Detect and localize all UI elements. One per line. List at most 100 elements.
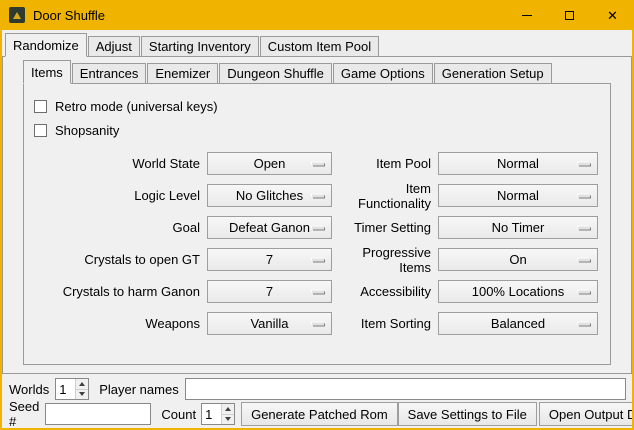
randomize-panel: Items Entrances Enemizer Dungeon Shuffle…: [2, 56, 632, 374]
count-spin-up[interactable]: [222, 404, 234, 414]
footer-row-worlds: Worlds Player names: [9, 378, 626, 400]
worlds-spin-up[interactable]: [76, 379, 88, 389]
count-spin-arrows: [221, 404, 234, 424]
maximize-button[interactable]: [548, 0, 591, 30]
crystals-ganon-label: Crystals to harm Ganon: [34, 284, 200, 299]
timer-setting-label: Timer Setting: [332, 220, 431, 235]
option-row: Weapons Vanilla Item Sorting Balanced: [34, 312, 610, 335]
dropdown-indicator-icon: [578, 162, 590, 165]
accessibility-dropdown[interactable]: 100% Locations: [438, 280, 598, 303]
tab-adjust[interactable]: Adjust: [88, 36, 140, 57]
crystals-ganon-dropdown[interactable]: 7: [207, 280, 332, 303]
shopsanity-checkbox[interactable]: [34, 124, 47, 137]
accessibility-value: 100% Locations: [472, 284, 565, 299]
dropdown-indicator-icon: [578, 194, 590, 197]
top-tab-bar: Randomize Adjust Starting Inventory Cust…: [2, 30, 632, 57]
retro-mode-label: Retro mode (universal keys): [55, 99, 218, 114]
tab-items[interactable]: Items: [23, 60, 71, 84]
goal-dropdown[interactable]: Defeat Ganon: [207, 216, 332, 239]
tab-generation-setup[interactable]: Generation Setup: [434, 63, 552, 84]
progressive-items-label: Progressive Items: [332, 245, 431, 275]
item-pool-value: Normal: [497, 156, 539, 171]
count-spin-down[interactable]: [222, 414, 234, 425]
option-row: World State Open Item Pool Normal: [34, 152, 610, 175]
tab-dungeon-shuffle[interactable]: Dungeon Shuffle: [219, 63, 332, 84]
item-pool-dropdown[interactable]: Normal: [438, 152, 598, 175]
shopsanity-label: Shopsanity: [55, 123, 119, 138]
option-row: Crystals to open GT 7 Progressive Items …: [34, 248, 610, 271]
client-area: Randomize Adjust Starting Inventory Cust…: [2, 30, 632, 428]
weapons-label: Weapons: [34, 316, 200, 331]
option-row: Crystals to harm Ganon 7 Accessibility 1…: [34, 280, 610, 303]
dropdown-indicator-icon: [312, 322, 324, 325]
progressive-items-dropdown[interactable]: On: [438, 248, 598, 271]
dropdown-indicator-icon: [578, 226, 590, 229]
dropdown-indicator-icon: [578, 290, 590, 293]
worlds-label: Worlds: [9, 382, 49, 397]
generate-patched-rom-button[interactable]: Generate Patched Rom: [241, 402, 398, 426]
arrow-down-icon: [225, 417, 231, 421]
dropdown-indicator-icon: [578, 258, 590, 261]
dropdown-indicator-icon: [312, 194, 324, 197]
dropdown-indicator-icon: [312, 258, 324, 261]
option-rows: World State Open Item Pool Normal Logic …: [34, 152, 610, 335]
titlebar: Door Shuffle ✕: [0, 0, 634, 30]
item-functionality-dropdown[interactable]: Normal: [438, 184, 598, 207]
tab-enemizer[interactable]: Enemizer: [147, 63, 218, 84]
item-pool-label: Item Pool: [332, 156, 431, 171]
open-output-directory-button[interactable]: Open Output Directory: [539, 402, 632, 426]
player-names-input[interactable]: [185, 378, 626, 400]
item-functionality-label: Item Functionality: [332, 181, 431, 211]
seed-label: Seed #: [9, 399, 39, 428]
items-panel: Retro mode (universal keys) Shopsanity W…: [23, 83, 611, 365]
worlds-input[interactable]: [56, 379, 75, 399]
worlds-spin-down[interactable]: [76, 389, 88, 400]
minimize-button[interactable]: [505, 0, 548, 30]
close-button[interactable]: ✕: [591, 0, 634, 30]
worlds-spinbox[interactable]: [55, 378, 89, 400]
seed-input[interactable]: [45, 403, 151, 425]
window-controls: ✕: [505, 0, 634, 30]
retro-mode-checkbox[interactable]: [34, 100, 47, 113]
dropdown-indicator-icon: [578, 322, 590, 325]
weapons-dropdown[interactable]: Vanilla: [207, 312, 332, 335]
count-spinbox[interactable]: [201, 403, 235, 425]
crystals-gt-dropdown[interactable]: 7: [207, 248, 332, 271]
world-state-value: Open: [254, 156, 286, 171]
dropdown-indicator-icon: [312, 162, 324, 165]
arrow-up-icon: [225, 407, 231, 411]
save-settings-button[interactable]: Save Settings to File: [398, 402, 537, 426]
crystals-gt-label: Crystals to open GT: [34, 252, 200, 267]
crystals-ganon-value: 7: [266, 284, 273, 299]
tab-entrances[interactable]: Entrances: [72, 63, 147, 84]
goal-label: Goal: [34, 220, 200, 235]
tab-starting-inventory[interactable]: Starting Inventory: [141, 36, 259, 57]
shopsanity-checkbox-row[interactable]: Shopsanity: [34, 120, 610, 140]
item-sorting-label: Item Sorting: [332, 316, 431, 331]
logic-level-dropdown[interactable]: No Glitches: [207, 184, 332, 207]
weapons-value: Vanilla: [250, 316, 288, 331]
timer-setting-dropdown[interactable]: No Timer: [438, 216, 598, 239]
worlds-spin-arrows: [75, 379, 88, 399]
tab-randomize[interactable]: Randomize: [5, 33, 87, 57]
arrow-up-icon: [79, 382, 85, 386]
timer-setting-value: No Timer: [492, 220, 545, 235]
tab-custom-item-pool[interactable]: Custom Item Pool: [260, 36, 379, 57]
logic-level-value: No Glitches: [236, 188, 303, 203]
count-input[interactable]: [202, 404, 221, 424]
item-functionality-value: Normal: [497, 188, 539, 203]
option-row: Logic Level No Glitches Item Functionali…: [34, 184, 610, 207]
tab-game-options[interactable]: Game Options: [333, 63, 433, 84]
item-sorting-value: Balanced: [491, 316, 545, 331]
accessibility-label: Accessibility: [332, 284, 431, 299]
count-label: Count: [161, 407, 196, 422]
app-icon: [9, 7, 25, 23]
world-state-dropdown[interactable]: Open: [207, 152, 332, 175]
footer-row-seed: Seed # Count Generate Patched Rom Save S…: [9, 402, 627, 426]
close-icon: ✕: [607, 9, 618, 22]
dropdown-indicator-icon: [312, 226, 324, 229]
arrow-down-icon: [79, 392, 85, 396]
item-sorting-dropdown[interactable]: Balanced: [438, 312, 598, 335]
retro-mode-checkbox-row[interactable]: Retro mode (universal keys): [34, 96, 610, 116]
maximize-icon: [565, 11, 574, 20]
